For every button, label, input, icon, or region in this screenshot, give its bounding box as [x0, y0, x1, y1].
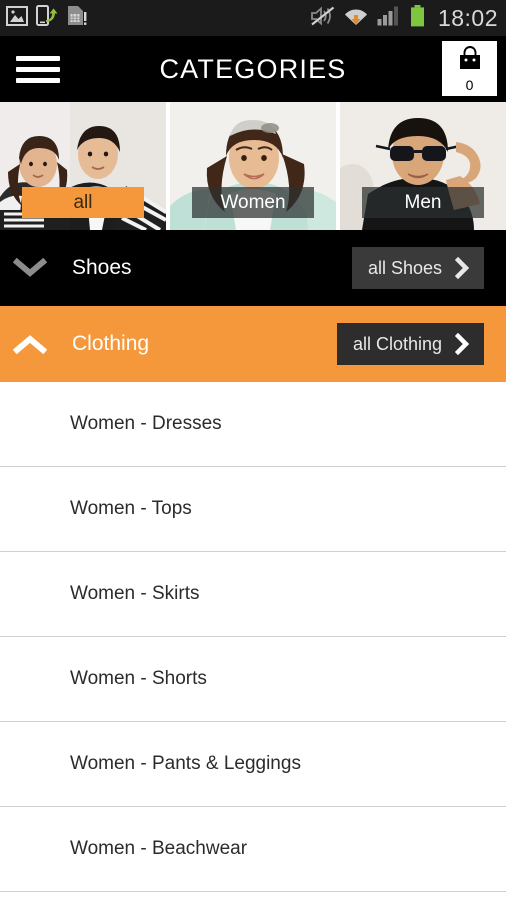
category-name-clothing: Clothing — [72, 332, 150, 355]
all-shoes-label: all Shoes — [367, 257, 442, 278]
hamburger-bar — [16, 77, 60, 83]
cart-count-badge: 0 — [465, 77, 474, 93]
tile-all[interactable]: all — [0, 102, 166, 230]
status-bar-right-icons: 18:02 — [311, 4, 498, 32]
app-screen: 18:02 CATEGORIES 0 all Women Men Shoes a… — [0, 0, 506, 900]
category-row-shoes[interactable]: Shoes all Shoes — [0, 230, 506, 306]
sim-card-alert-icon — [66, 5, 87, 31]
list-item[interactable]: Women - Skirts — [0, 552, 506, 637]
tile-label-all: all — [22, 187, 144, 218]
chevron-right-icon — [455, 333, 470, 355]
list-item[interactable]: Women - Tops — [0, 467, 506, 552]
category-row-clothing[interactable]: Clothing all Clothing — [0, 306, 506, 382]
mute-icon — [311, 5, 335, 31]
list-item[interactable]: Women - Shorts — [0, 637, 506, 722]
image-icon — [6, 5, 28, 31]
app-header: CATEGORIES 0 — [0, 36, 506, 102]
category-name-shoes: Shoes — [72, 256, 132, 279]
tile-label-women: Women — [192, 187, 314, 218]
chevron-up-icon[interactable] — [2, 334, 58, 354]
clothing-subcategory-list: Women - Dresses Women - Tops Women - Ski… — [0, 382, 506, 892]
status-bar-clock: 18:02 — [437, 4, 498, 31]
list-item[interactable]: Women - Dresses — [0, 382, 506, 467]
all-clothing-button[interactable]: all Clothing — [336, 323, 484, 365]
all-clothing-label: all Clothing — [352, 333, 442, 354]
status-bar-left-icons — [6, 5, 87, 31]
hamburger-bar — [16, 55, 60, 61]
tile-label-men: Men — [362, 187, 484, 218]
tile-women[interactable]: Women — [170, 102, 336, 230]
tile-men[interactable]: Men — [340, 102, 506, 230]
list-item[interactable]: Women - Beachwear — [0, 807, 506, 892]
hamburger-bar — [16, 66, 60, 72]
status-bar: 18:02 — [0, 0, 506, 36]
cart-button[interactable]: 0 — [442, 41, 497, 96]
battery-icon — [410, 4, 425, 32]
category-tiles: all Women Men — [0, 102, 506, 230]
signal-bars-icon — [377, 5, 401, 31]
chevron-down-icon[interactable] — [2, 258, 58, 278]
phone-transfer-icon — [36, 5, 58, 31]
hamburger-menu-icon[interactable] — [16, 55, 60, 83]
page-title: CATEGORIES — [159, 53, 347, 84]
shopping-bag-icon — [456, 46, 484, 77]
chevron-right-icon — [455, 257, 470, 279]
all-shoes-button[interactable]: all Shoes — [351, 247, 484, 289]
list-item[interactable]: Women - Pants & Leggings — [0, 722, 506, 807]
wifi-download-icon — [344, 5, 368, 31]
